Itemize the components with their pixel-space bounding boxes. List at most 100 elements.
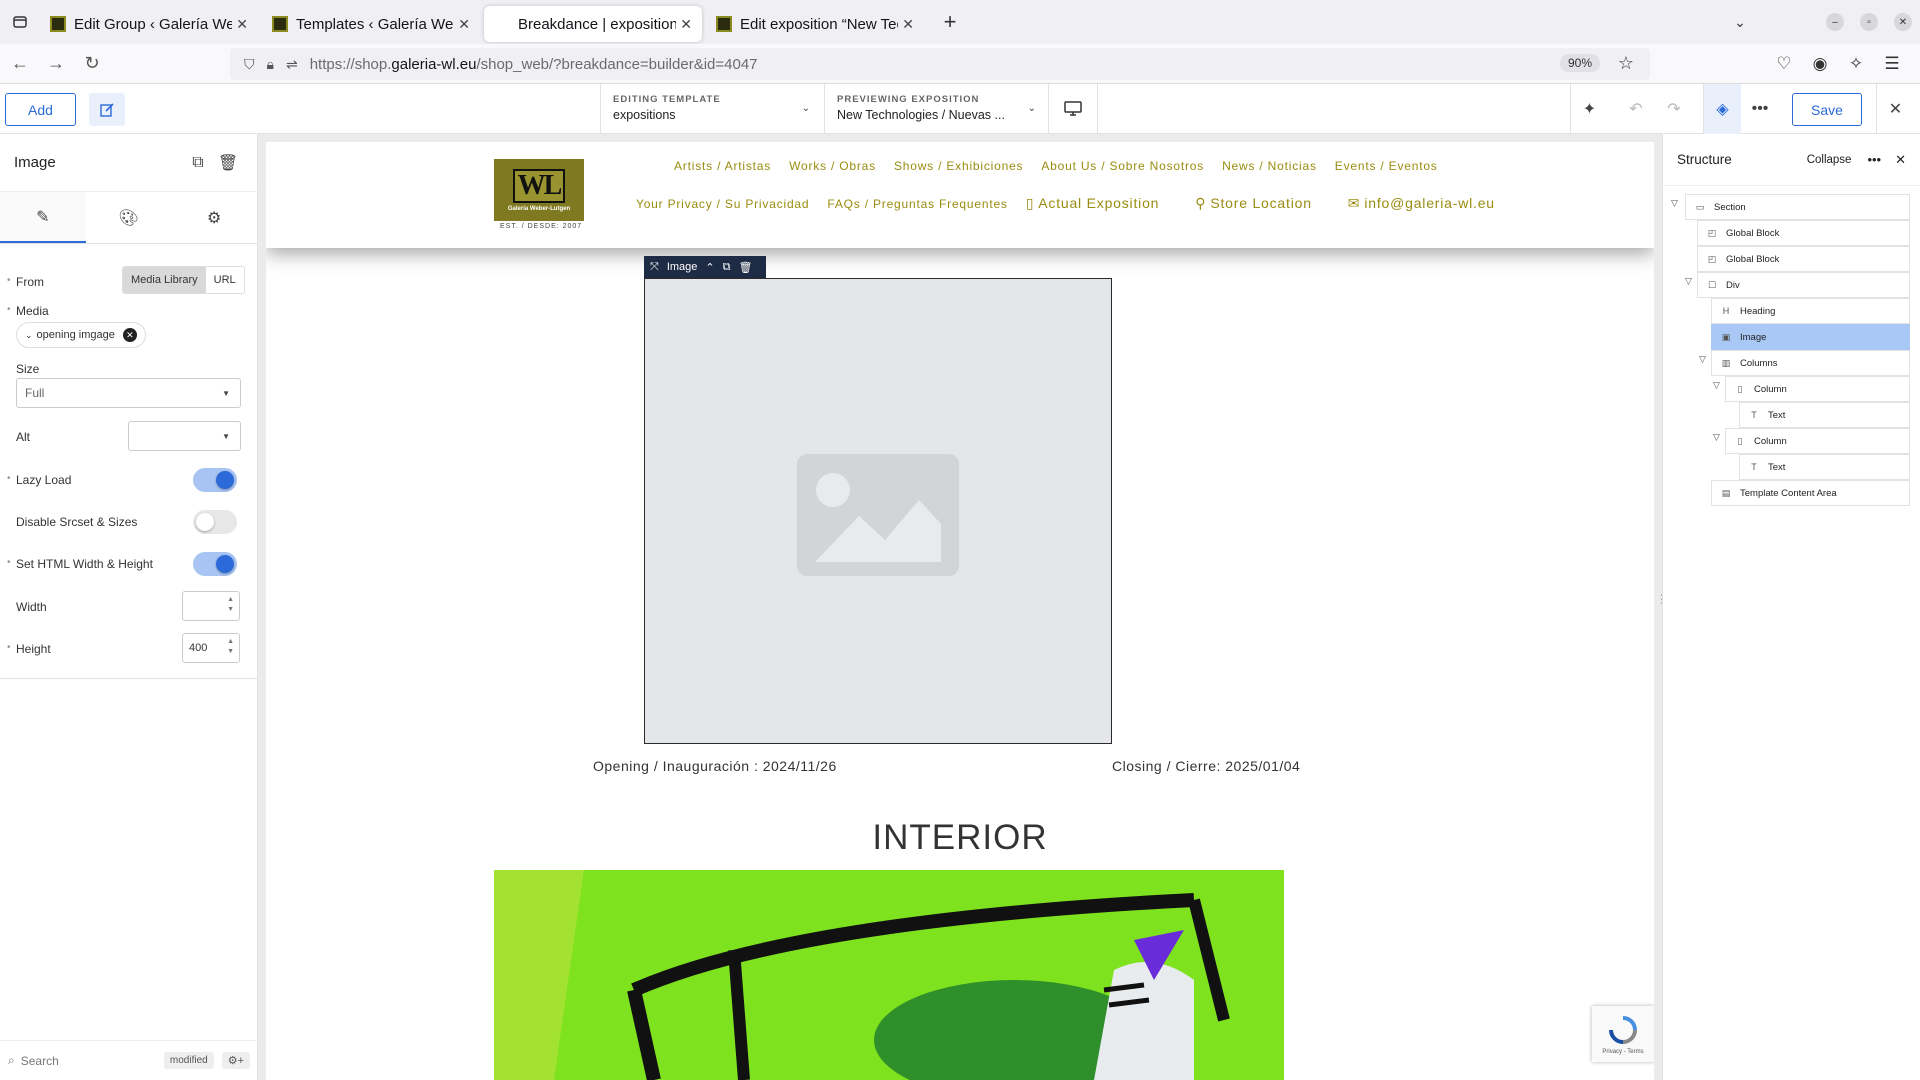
bookmark-star-icon[interactable]: ☆	[1618, 53, 1634, 74]
chevron-up-icon[interactable]: ⌃	[705, 261, 714, 274]
menu-item-works[interactable]: Works / Obras	[789, 159, 876, 173]
site-logo[interactable]: WL Galería Weber-Lutgen	[494, 159, 584, 221]
undo-icon[interactable]: ↶	[1617, 84, 1655, 134]
tab-content-pencil-icon[interactable]: ✎	[0, 192, 86, 243]
modified-badge[interactable]: modified	[163, 1052, 214, 1069]
close-builder-icon[interactable]: ✕	[1876, 84, 1914, 134]
editing-template-select[interactable]: EDITING TEMPLATE expositions ⌄	[600, 84, 822, 134]
width-input[interactable]: ▲ ▼	[182, 591, 240, 621]
tree-item-global-block[interactable]: ◰ Global Block	[1697, 220, 1910, 246]
collapse-button[interactable]: Collapse	[1807, 154, 1852, 166]
back-arrow-icon[interactable]: ←	[4, 48, 36, 80]
tab-settings-gear-icon[interactable]: ⚙	[171, 192, 257, 243]
trash-icon[interactable]: 🗑︎	[213, 153, 243, 173]
collapse-toggle-icon[interactable]: ▽	[1713, 380, 1720, 391]
menu-item-events[interactable]: Events / Eventos	[1335, 159, 1438, 173]
stepper-icon[interactable]: ▲ ▼	[227, 637, 234, 657]
browser-tab-3-active[interactable]: Breakdance | expositions ✕	[484, 6, 702, 42]
height-input[interactable]: 400 ▲ ▼	[182, 633, 240, 663]
permissions-icon[interactable]: ⇌	[286, 56, 298, 73]
save-button[interactable]: Save	[1792, 93, 1862, 126]
recaptcha-badge[interactable]: Privacy - Terms	[1592, 1006, 1654, 1062]
previewing-exposition-select[interactable]: PREVIEWING EXPOSITION New Technologies /…	[824, 84, 1048, 134]
more-options-icon[interactable]: •••	[1741, 84, 1779, 134]
tree-item-image-selected[interactable]: ▣ Image	[1711, 324, 1910, 350]
reload-icon[interactable]: ↻	[76, 48, 108, 80]
collapse-toggle-icon[interactable]: ▽	[1713, 432, 1720, 443]
menu-icon[interactable]: ☰	[1874, 48, 1910, 80]
forward-arrow-icon[interactable]: →	[40, 48, 72, 80]
menu-item-store-location[interactable]: ⚲ Store Location	[1195, 195, 1330, 212]
size-select[interactable]: Full ▼	[16, 378, 241, 408]
url-bar[interactable]: ⛉ 🔒︎ ⇌ https://shop. galeria-wl.eu/shop_w…	[230, 48, 1650, 80]
menu-item-shows[interactable]: Shows / Exhibiciones	[894, 159, 1023, 173]
tree-item-text[interactable]: T Text	[1739, 402, 1910, 428]
menu-item-email[interactable]: ✉ info@galeria-wl.eu	[1348, 195, 1513, 212]
tree-item-column[interactable]: ▯ Column	[1725, 428, 1910, 454]
menu-item-faqs[interactable]: FAQs / Preguntas Frequentes	[827, 197, 1007, 211]
tree-item-columns[interactable]: ▥ Columns	[1711, 350, 1910, 376]
close-tab-icon[interactable]: ✕	[236, 16, 248, 33]
duplicate-icon[interactable]: ⧉	[723, 261, 731, 274]
image-placeholder[interactable]	[644, 278, 1112, 744]
menu-item-actual-exposition[interactable]: ▯ Actual Exposition	[1026, 195, 1178, 212]
tree-item-heading[interactable]: H Heading	[1711, 298, 1910, 324]
structure-layers-icon[interactable]: ◈	[1703, 84, 1741, 134]
list-all-tabs-icon[interactable]: ⌄	[1722, 14, 1758, 31]
menu-item-news[interactable]: News / Noticias	[1222, 159, 1317, 173]
lazy-load-toggle[interactable]	[193, 468, 237, 492]
pocket-icon[interactable]: ♡	[1766, 48, 1802, 80]
browser-tab-2[interactable]: Templates ‹ Galería Web ✕	[262, 6, 480, 42]
move-arrows-icon[interactable]: ⤧	[650, 261, 659, 274]
close-structure-icon[interactable]: ✕	[1895, 152, 1906, 168]
edit-pencil-icon[interactable]	[89, 93, 125, 126]
account-icon[interactable]: ◉	[1802, 48, 1838, 80]
add-button[interactable]: Add	[5, 93, 76, 126]
new-tab-button[interactable]: +	[934, 6, 966, 38]
menu-item-artists[interactable]: Artists / Artistas	[674, 159, 771, 173]
minimize-icon[interactable]: –	[1826, 13, 1844, 31]
close-window-icon[interactable]: ✕	[1894, 13, 1912, 31]
media-chip[interactable]: ⌄ opening imgage ✕	[16, 322, 146, 348]
artwork-image[interactable]	[494, 870, 1284, 1080]
browser-tab-4[interactable]: Edit exposition “New Tec ✕	[706, 6, 924, 42]
shield-icon[interactable]: ⛉	[244, 56, 255, 73]
search-input[interactable]: Search	[21, 1054, 59, 1068]
more-options-icon[interactable]: •••	[1867, 152, 1881, 167]
from-url-option[interactable]: URL	[206, 267, 244, 293]
close-tab-icon[interactable]: ✕	[902, 16, 914, 33]
tree-item-div[interactable]: ☐ Div	[1697, 272, 1910, 298]
gear-add-icon[interactable]: ⚙+	[221, 1052, 250, 1069]
tab-list-icon[interactable]	[0, 0, 40, 44]
extensions-icon[interactable]: ✧	[1838, 48, 1874, 80]
collapse-toggle-icon[interactable]: ▽	[1671, 198, 1678, 209]
browser-tab-1[interactable]: Edit Group ‹ Galería Web ✕	[40, 6, 258, 42]
from-media-library-option[interactable]: Media Library	[123, 267, 206, 293]
trash-icon[interactable]: 🗑︎	[738, 261, 752, 274]
maximize-icon[interactable]: ▫	[1860, 13, 1878, 31]
disable-srcset-toggle[interactable]	[193, 510, 237, 534]
collapse-toggle-icon[interactable]: ▽	[1699, 354, 1706, 365]
stepper-icon[interactable]: ▲ ▼	[227, 595, 234, 615]
alt-select[interactable]: ▼	[128, 421, 241, 451]
menu-item-privacy[interactable]: Your Privacy / Su Privacidad	[636, 197, 809, 211]
site-header[interactable]: WL Galería Weber-Lutgen EST. / DESDE: 20…	[266, 142, 1654, 248]
close-tab-icon[interactable]: ✕	[680, 16, 692, 33]
redo-icon[interactable]: ↷	[1655, 84, 1693, 134]
desktop-device-icon[interactable]	[1048, 84, 1098, 134]
collapse-toggle-icon[interactable]: ▽	[1685, 276, 1692, 287]
lock-icon[interactable]: 🔒︎	[267, 56, 274, 73]
ai-sparkle-icon[interactable]: ✦	[1570, 84, 1608, 134]
remove-media-icon[interactable]: ✕	[122, 328, 137, 342]
close-tab-icon[interactable]: ✕	[458, 16, 470, 33]
tree-item-template-content-area[interactable]: ▤ Template Content Area	[1711, 480, 1910, 506]
tree-item-text[interactable]: T Text	[1739, 454, 1910, 480]
tree-item-column[interactable]: ▯ Column	[1725, 376, 1910, 402]
tree-item-section[interactable]: ▭ Section	[1685, 194, 1910, 220]
set-html-wh-toggle[interactable]	[193, 552, 237, 576]
menu-item-about[interactable]: About Us / Sobre Nosotros	[1041, 159, 1204, 173]
zoom-level[interactable]: 90%	[1559, 54, 1600, 72]
duplicate-icon[interactable]: ⧉	[183, 154, 213, 172]
tab-style-palette-icon[interactable]: 🎨︎	[86, 192, 172, 243]
tree-item-global-block[interactable]: ◰ Global Block	[1697, 246, 1910, 272]
